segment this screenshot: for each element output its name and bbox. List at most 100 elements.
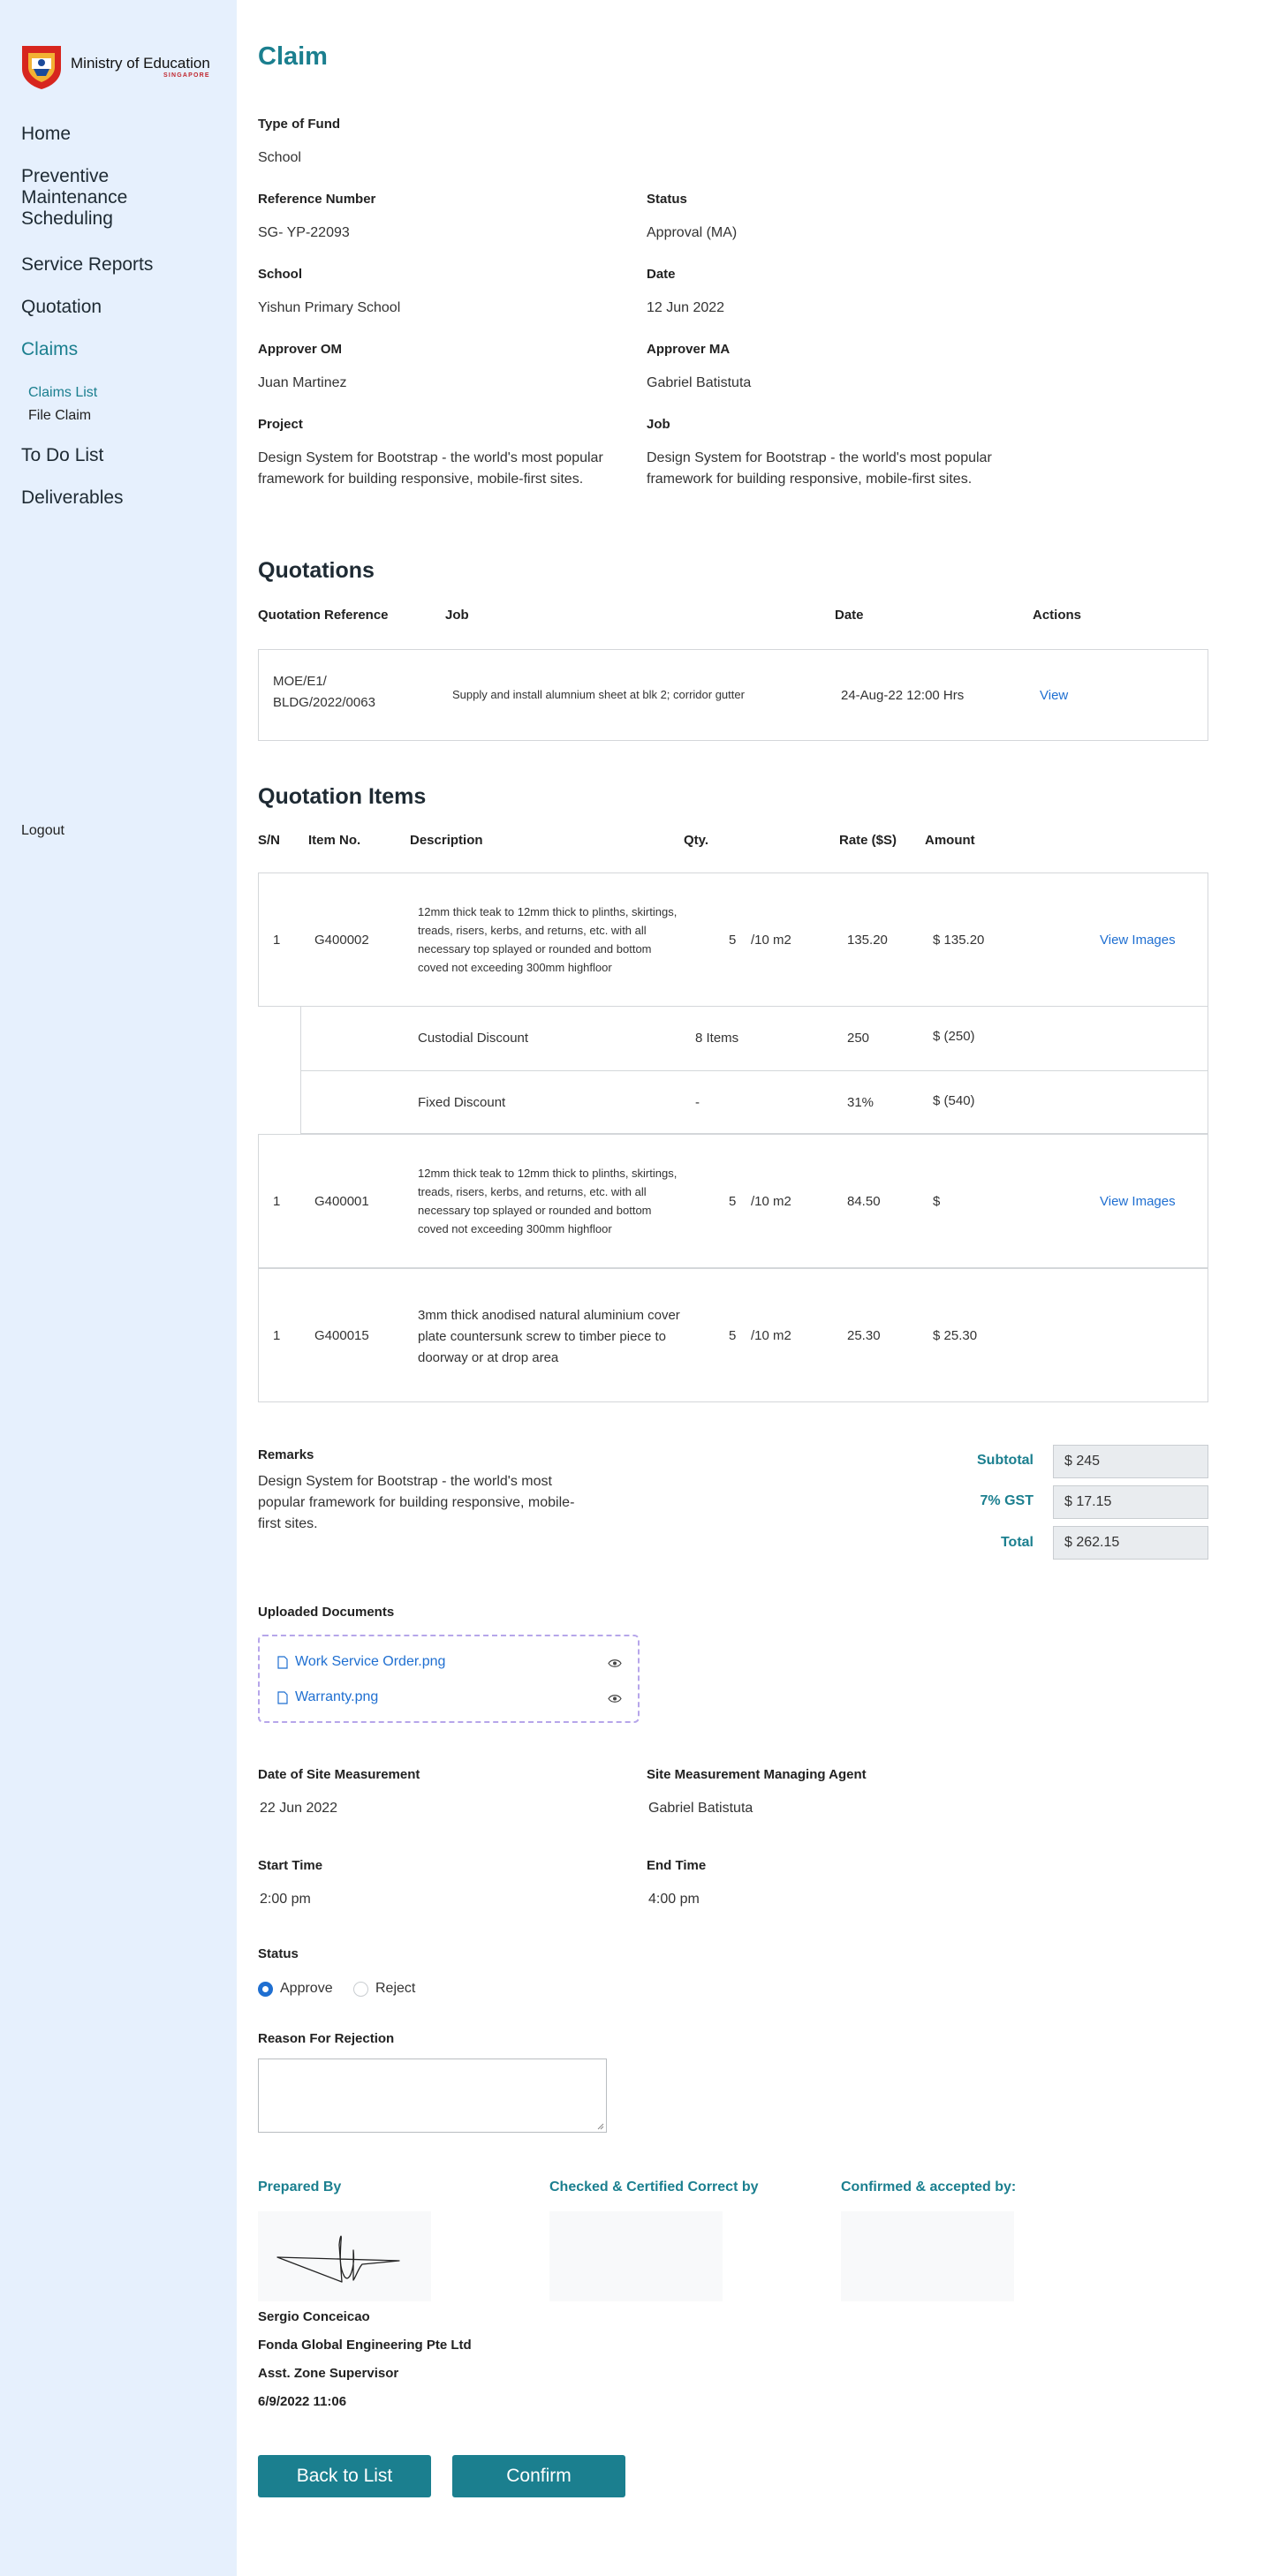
item-rate: 84.50: [847, 1194, 881, 1209]
site-agent-value: Gabriel Batistuta: [648, 1801, 753, 1816]
reject-option[interactable]: Reject: [353, 1981, 415, 1997]
item-unit: /10 m2: [751, 933, 791, 948]
approver-ma-label: Approver MA: [647, 342, 731, 357]
item-rate: 25.30: [847, 1328, 881, 1343]
item-description: 3mm thick anodised natural aluminium cov…: [418, 1308, 680, 1365]
site-agent-label: Site Measurement Managing Agent: [647, 1767, 867, 1782]
sidebar: Ministry of Education SINGAPORE Home Pre…: [0, 0, 237, 2576]
signer-role: Asst. Zone Supervisor: [258, 2366, 399, 2381]
date-label: Date: [647, 267, 676, 282]
eye-icon[interactable]: [608, 1658, 622, 1668]
end-time-label: End Time: [647, 1858, 707, 1873]
discount-row: Fixed Discount - 31% $ (540): [300, 1070, 1208, 1134]
crest-icon: [22, 46, 61, 89]
page-title: Claim: [258, 42, 328, 71]
item-no: G400015: [314, 1328, 369, 1343]
document-link[interactable]: Warranty.png: [295, 1689, 378, 1705]
table-row: MOE/E1/ BLDG/2022/0063 Supply and instal…: [258, 649, 1208, 741]
date-value: 12 Jun 2022: [647, 300, 725, 315]
view-images-link[interactable]: View Images: [1100, 933, 1176, 948]
school-field: School Yishun Primary School: [258, 267, 400, 319]
approve-option[interactable]: Approve: [258, 1981, 333, 1997]
approver-om-label: Approver OM: [258, 342, 343, 357]
status-label: Status: [647, 192, 687, 207]
sidebar-subitem-file-claim[interactable]: File Claim: [28, 404, 97, 427]
sidebar-item-claims[interactable]: Claims: [21, 339, 78, 360]
remarks-value: Design System for Bootstrap - the world'…: [258, 1474, 575, 1531]
approver-ma-value: Gabriel Batistuta: [647, 375, 752, 390]
subtotal-field: $ 245: [1053, 1445, 1208, 1478]
item-amount: $: [933, 1194, 941, 1209]
view-quotation-link[interactable]: View: [1040, 688, 1068, 703]
resize-handle-icon[interactable]: [597, 2123, 604, 2130]
remarks-label: Remarks: [258, 1447, 314, 1462]
job-field: Job Design System for Bootstrap - the wo…: [647, 417, 1000, 490]
sidebar-item-quotation[interactable]: Quotation: [21, 297, 102, 318]
item-unit: /10 m2: [751, 1194, 791, 1209]
item-rate: 135.20: [847, 933, 888, 948]
view-images-link[interactable]: View Images: [1100, 1194, 1176, 1209]
confirmed-by-label: Confirmed & accepted by:: [841, 2179, 1017, 2195]
type-of-fund-value: School: [258, 150, 301, 165]
school-label: School: [258, 267, 303, 282]
file-icon: [277, 1690, 288, 1704]
approver-om-value: Juan Martinez: [258, 375, 347, 390]
brand-name: Ministry of Education: [71, 54, 210, 72]
sidebar-item-service-reports[interactable]: Service Reports: [21, 254, 153, 276]
start-time-field: Start Time 2:00 pm: [258, 1858, 322, 1910]
item-no: G400001: [314, 1194, 369, 1209]
remarks: Remarks Design System for Bootstrap - th…: [258, 1447, 594, 1535]
sidebar-item-todo[interactable]: To Do List: [21, 445, 103, 466]
gst-field: $ 17.15: [1053, 1485, 1208, 1519]
document-item[interactable]: Warranty.png: [277, 1689, 378, 1705]
moe-logo[interactable]: Ministry of Education SINGAPORE: [19, 42, 210, 90]
sidebar-item-deliverables[interactable]: Deliverables: [21, 487, 124, 509]
sidebar-item-home[interactable]: Home: [21, 124, 71, 145]
logout-link[interactable]: Logout: [21, 823, 64, 839]
quotation-ref: MOE/E1/ BLDG/2022/0063: [273, 674, 375, 710]
document-link[interactable]: Work Service Order.png: [295, 1654, 445, 1670]
discount-row: Custodial Discount 8 Items 250 $ (250): [300, 1006, 1208, 1071]
discount-qty: 8 Items: [695, 1031, 739, 1046]
discount-amount: $ (250): [933, 1029, 975, 1044]
start-time-label: Start Time: [258, 1858, 323, 1873]
reason-textarea[interactable]: [258, 2059, 607, 2133]
reject-radio[interactable]: [353, 1981, 368, 1997]
document-item[interactable]: Work Service Order.png: [277, 1654, 445, 1670]
col-quotation-reference: Quotation Reference: [258, 608, 389, 623]
site-agent-field: Site Measurement Managing Agent Gabriel …: [647, 1767, 867, 1819]
item-sn: 1: [273, 1194, 281, 1209]
quotation-items-title: Quotation Items: [258, 784, 427, 809]
table-row: 1 G400001 12mm thick teak to 12mm thick …: [258, 1134, 1208, 1268]
job-label: Job: [647, 417, 670, 432]
signature-placeholder-checked: [549, 2211, 723, 2301]
site-date-value: 22 Jun 2022: [260, 1801, 338, 1816]
item-amount: $ 25.30: [933, 1328, 978, 1343]
item-description: 12mm thick teak to 12mm thick to plinths…: [418, 905, 678, 974]
quotation-job: Supply and install alumnium sheet at blk…: [452, 688, 745, 701]
type-of-fund-label: Type of Fund: [258, 117, 341, 132]
item-description: 12mm thick teak to 12mm thick to plinths…: [418, 1167, 678, 1235]
sidebar-item-preventive-maintenance[interactable]: Preventive Maintenance Scheduling: [21, 166, 198, 230]
discount-amount: $ (540): [933, 1093, 975, 1108]
col-sn: S/N: [258, 833, 281, 848]
col-qty: Qty.: [684, 833, 709, 848]
type-of-fund: Type of Fund School: [258, 117, 340, 169]
signature-placeholder-confirmed: [841, 2211, 1014, 2301]
eye-icon[interactable]: [608, 1694, 622, 1703]
item-qty: 5: [729, 1328, 737, 1343]
reference-number: Reference Number SG- YP-22093: [258, 192, 375, 244]
prepared-by-label: Prepared By: [258, 2179, 342, 2195]
col-job: Job: [445, 608, 469, 623]
approve-radio[interactable]: [258, 1981, 273, 1997]
back-to-list-button[interactable]: Back to List: [258, 2455, 431, 2497]
reference-number-value: SG- YP-22093: [258, 225, 350, 240]
start-time-value: 2:00 pm: [260, 1892, 311, 1907]
handwritten-signature: [276, 2235, 400, 2283]
col-description: Description: [410, 833, 483, 848]
item-qty: 5: [729, 1194, 737, 1209]
confirm-button[interactable]: Confirm: [452, 2455, 625, 2497]
project-value: Design System for Bootstrap - the world'…: [258, 450, 603, 487]
brand-sub: SINGAPORE: [163, 72, 210, 79]
sidebar-subitem-claims-list[interactable]: Claims List: [28, 381, 97, 404]
